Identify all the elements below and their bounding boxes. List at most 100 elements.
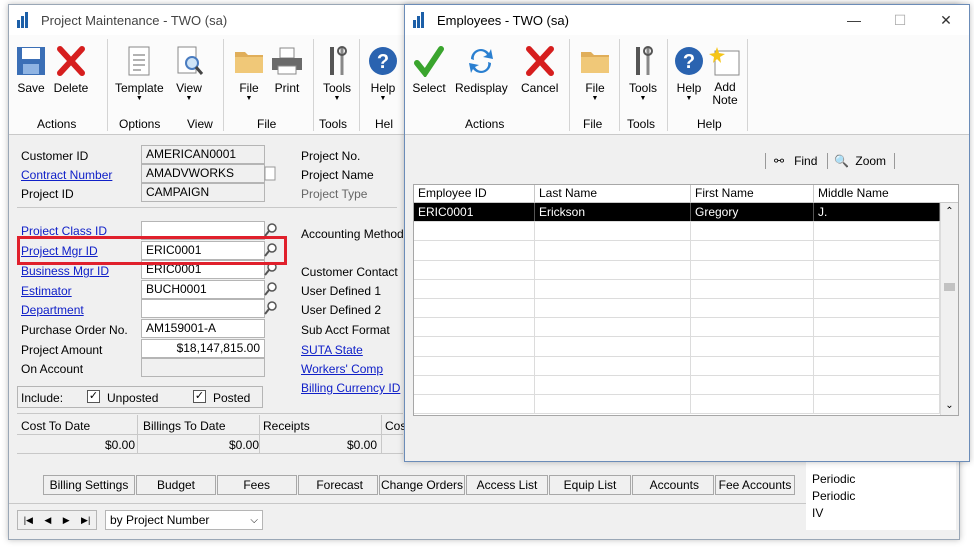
unposted-checkbox[interactable]: ✓ [87,390,100,403]
col-employee-id[interactable]: Employee ID [414,185,535,202]
find-zoom-toolbar: ⚯ Find 🔍 Zoom [765,151,965,171]
department-link[interactable]: Department [21,303,84,317]
prev-record-icon[interactable]: ◀ [44,515,51,526]
forecast-button[interactable]: Forecast [298,475,378,495]
zoom-icon[interactable]: 🔍 [834,154,849,168]
chevron-down-icon: ▼ [591,95,599,102]
budget-button[interactable]: Budget [136,475,216,495]
cell-employee-id: ERIC0001 [414,203,535,222]
cell-first-name: Gregory [691,203,814,222]
po-label: Purchase Order No. [21,323,128,337]
employees-help-button[interactable]: ? Help ▼ [671,43,707,102]
chevron-down-icon: ⌵ [250,514,258,526]
first-record-icon[interactable]: |◀ [24,515,33,526]
table-row[interactable] [414,375,958,395]
employees-file-button[interactable]: File ▼ [577,43,613,102]
po-field[interactable]: AM159001-A [141,319,265,338]
contract-number-field: AMADVWORKS [141,164,265,183]
table-row[interactable] [414,298,958,319]
note-icon [707,43,743,79]
sort-select[interactable]: by Project Number ⌵ [105,510,263,530]
find-button[interactable]: Find [794,154,817,168]
behind-item: IV [812,506,824,520]
department-lookup-icon[interactable] [263,299,279,317]
col-last-name[interactable]: Last Name [535,185,691,202]
table-row[interactable] [414,260,958,280]
table-row[interactable] [414,337,958,357]
table-row[interactable]: ERIC0001 Erickson Gregory J. [414,203,958,223]
table-row[interactable] [414,394,958,415]
posted-checkbox[interactable]: ✓ [193,390,206,403]
billing-currency-link[interactable]: Billing Currency ID [301,381,400,395]
checkmark-icon [411,43,447,79]
change-orders-button[interactable]: Change Orders [379,475,465,495]
employees-window-titlebar: Employees - TWO (sa) — ☐ ✕ [405,5,969,35]
user-defined-2-label: User Defined 2 [301,303,382,317]
department-field[interactable] [141,299,265,318]
last-record-icon[interactable]: ▶| [81,515,90,526]
project-amount-field[interactable]: $18,147,815.00 [141,339,265,358]
table-row[interactable] [414,318,958,338]
customer-id-label: Customer ID [21,149,89,163]
close-button[interactable]: ✕ [923,5,969,35]
project-type-label: Project Type [301,187,368,201]
receipts-value: $0.00 [347,438,378,452]
cost-to-date-value: $0.00 [105,438,136,452]
accounts-button[interactable]: Accounts [632,475,714,495]
table-row[interactable] [414,356,958,376]
estimator-link[interactable]: Estimator [21,284,72,298]
emp-ribbon-group-help: Help [697,117,722,131]
cell-last-name: Erickson [535,203,691,222]
cancel-button[interactable]: Cancel [521,43,558,95]
project-name-label: Project Name [301,168,374,182]
employees-grid: Employee ID Last Name First Name Middle … [413,184,959,416]
on-account-label: On Account [21,362,84,376]
employees-ribbon: Select Redisplay Cancel File ▼ Tools ▼ ?… [405,35,969,135]
customer-id-field: AMERICAN0001 [141,145,265,164]
folder-icon [577,43,613,79]
fee-accounts-button[interactable]: Fee Accounts [715,475,795,495]
zoom-button[interactable]: Zoom [855,154,886,168]
posted-label: Posted [213,391,251,405]
equip-list-button[interactable]: Equip List [549,475,631,495]
contract-number-link[interactable]: Contract Number [21,168,112,182]
table-row[interactable] [414,222,958,242]
fees-button[interactable]: Fees [217,475,297,495]
employees-tools-button[interactable]: Tools ▼ [625,43,661,102]
receipts-label: Receipts [263,419,310,433]
add-note-button[interactable]: Add Note [707,43,743,107]
business-mgr-id-link[interactable]: Business Mgr ID [21,264,109,278]
grid-scrollbar[interactable]: ⌃ ⌄ [940,203,958,415]
contract-lookup-icon[interactable] [263,165,279,183]
cell-middle-name: J. [814,203,940,222]
scroll-thumb[interactable] [944,283,955,291]
table-row[interactable] [414,279,958,299]
minimize-button[interactable]: — [831,5,877,35]
access-list-button[interactable]: Access List [466,475,548,495]
refresh-icon [463,43,499,79]
project-id-field: CAMPAIGN [141,183,265,202]
col-first-name[interactable]: First Name [691,185,814,202]
maximize-button[interactable]: ☐ [877,5,923,35]
accounting-method-label: Accounting Method [301,227,404,241]
estimator-lookup-icon[interactable] [263,280,279,298]
suta-state-link[interactable]: SUTA State [301,343,363,357]
scroll-up-icon[interactable]: ⌃ [941,203,958,221]
billings-to-date-value: $0.00 [229,438,260,452]
scroll-down-icon[interactable]: ⌄ [941,397,958,415]
binoculars-icon[interactable]: ⚯ [774,154,784,168]
cost-to-date-label: Cost To Date [21,419,91,433]
billing-settings-button[interactable]: Billing Settings [43,475,135,495]
cancel-icon [522,43,558,79]
table-row[interactable] [414,241,958,261]
estimator-field[interactable]: BUCH0001 [141,280,265,299]
behind-list: Periodic Periodic IV [806,460,956,530]
grid-header: Employee ID Last Name First Name Middle … [414,185,958,203]
behind-item: Periodic [812,489,856,503]
redisplay-button[interactable]: Redisplay [455,43,508,95]
workers-comp-link[interactable]: Workers' Comp [301,362,383,376]
next-record-icon[interactable]: ▶ [63,515,70,526]
project-mgr-highlight [17,236,287,265]
col-middle-name[interactable]: Middle Name [814,185,940,202]
select-button[interactable]: Select [411,43,447,95]
